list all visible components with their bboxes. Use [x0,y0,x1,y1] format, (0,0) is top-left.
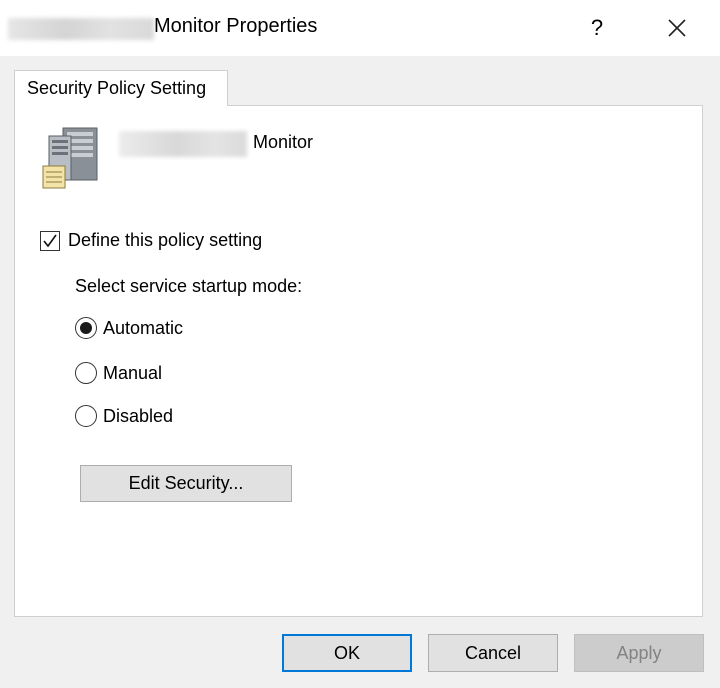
edit-security-button[interactable]: Edit Security... [80,465,292,502]
tab-panel: Monitor Define this policy setting Selec… [14,105,703,617]
radio-manual[interactable]: Manual [75,362,162,384]
radio-label: Automatic [103,317,184,338]
close-button[interactable] [650,6,704,50]
close-icon [668,19,686,37]
redacted-service-name [119,131,247,157]
redacted-service-name [8,18,154,40]
define-policy-label: Define this policy setting [68,230,263,250]
radio-button[interactable] [75,405,97,427]
radio-button[interactable] [75,362,97,384]
startup-mode-label: Select service startup mode: [75,276,303,296]
radio-label: Manual [103,362,163,383]
question-mark-icon: ? [590,15,604,40]
service-name-label: Monitor [253,132,314,152]
ok-button[interactable]: OK [282,634,412,672]
server-icon [42,127,98,189]
title-bar: Monitor Properties ? [0,0,720,56]
cancel-button[interactable]: Cancel [428,634,558,672]
radio-selected-dot [80,322,92,334]
radio-label: Disabled [103,405,174,426]
define-policy-checkbox[interactable] [40,230,60,251]
tab-security-policy-setting[interactable]: Security Policy Setting [14,70,228,106]
help-button[interactable]: ? [575,6,619,50]
window-title: Monitor Properties [154,15,318,37]
radio-button[interactable] [75,317,97,339]
radio-automatic[interactable]: Automatic [75,317,183,339]
apply-button[interactable]: Apply [574,634,704,672]
checkmark-icon [43,234,57,247]
radio-disabled[interactable]: Disabled [75,405,173,427]
tab-label: Security Policy Setting [27,78,207,98]
define-policy-checkbox-row[interactable]: Define this policy setting [40,230,262,251]
